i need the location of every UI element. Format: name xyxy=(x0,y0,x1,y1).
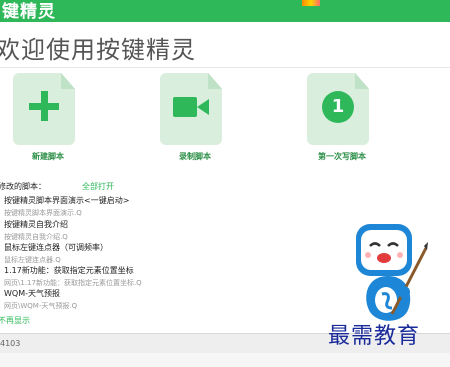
recent-script-item[interactable]: 1.17新功能：获取指定元素位置坐标 网页\1.17新功能：获取指定元素位置坐标… xyxy=(4,265,142,288)
recent-script-item[interactable]: WQM-天气预报 网页\WQM-天气预报.Q xyxy=(4,288,77,311)
script-name: 鼠标左键连点器（可调频率） xyxy=(4,243,108,252)
script-path: 网页\WQM-天气预报.Q xyxy=(4,302,78,310)
script-path: 网页\1.17新功能：获取指定元素位置坐标.Q xyxy=(4,279,142,287)
record-script-label: 录制脚本 xyxy=(179,152,211,161)
dont-show-again-link[interactable]: 不再显示 xyxy=(0,315,30,326)
logo-stripe xyxy=(302,0,320,6)
divider xyxy=(0,67,450,68)
script-name: 1.17新功能：获取指定元素位置坐标 xyxy=(4,266,134,275)
watermark-text: 最需教育 xyxy=(328,324,421,349)
script-path: 按键精灵自我介绍.Q xyxy=(4,233,68,241)
welcome-heading: 欢迎使用按键精灵 xyxy=(0,36,196,64)
title-bar: 键精灵 xyxy=(0,0,450,22)
bottom-strip xyxy=(0,353,450,367)
script-path: 鼠标左键连点器.Q xyxy=(4,256,61,264)
recent-script-item[interactable]: 鼠标左键连点器（可调频率） 鼠标左键连点器.Q xyxy=(4,242,108,265)
number-one-icon: 1 xyxy=(322,91,354,123)
mascot-icon xyxy=(348,214,428,328)
open-all-link[interactable]: 全部打开 xyxy=(82,181,114,192)
script-path: 按键精灵脚本界面演示.Q xyxy=(4,209,82,217)
new-script-button[interactable]: 新建脚本 xyxy=(13,73,83,165)
script-name: 按键精灵脚本界面演示<一键启动> xyxy=(4,196,130,205)
version-text: 4103 xyxy=(0,339,21,348)
new-script-label: 新建脚本 xyxy=(32,152,64,161)
script-name: 按键精灵自我介绍 xyxy=(4,220,68,229)
recent-script-item[interactable]: 按键精灵脚本界面演示<一键启动> 按键精灵脚本界面演示.Q xyxy=(4,195,129,218)
first-script-button[interactable]: 1 第一次写脚本 xyxy=(307,73,377,165)
recent-scripts-heading: 修改的脚本： xyxy=(0,182,46,191)
recent-script-item[interactable]: 按键精灵自我介绍 按键精灵自我介绍.Q xyxy=(4,219,68,242)
script-name: WQM-天气预报 xyxy=(4,289,60,298)
first-script-label: 第一次写脚本 xyxy=(318,152,366,161)
record-script-button[interactable]: 录制脚本 xyxy=(160,73,230,165)
app-title: 键精灵 xyxy=(2,2,56,22)
